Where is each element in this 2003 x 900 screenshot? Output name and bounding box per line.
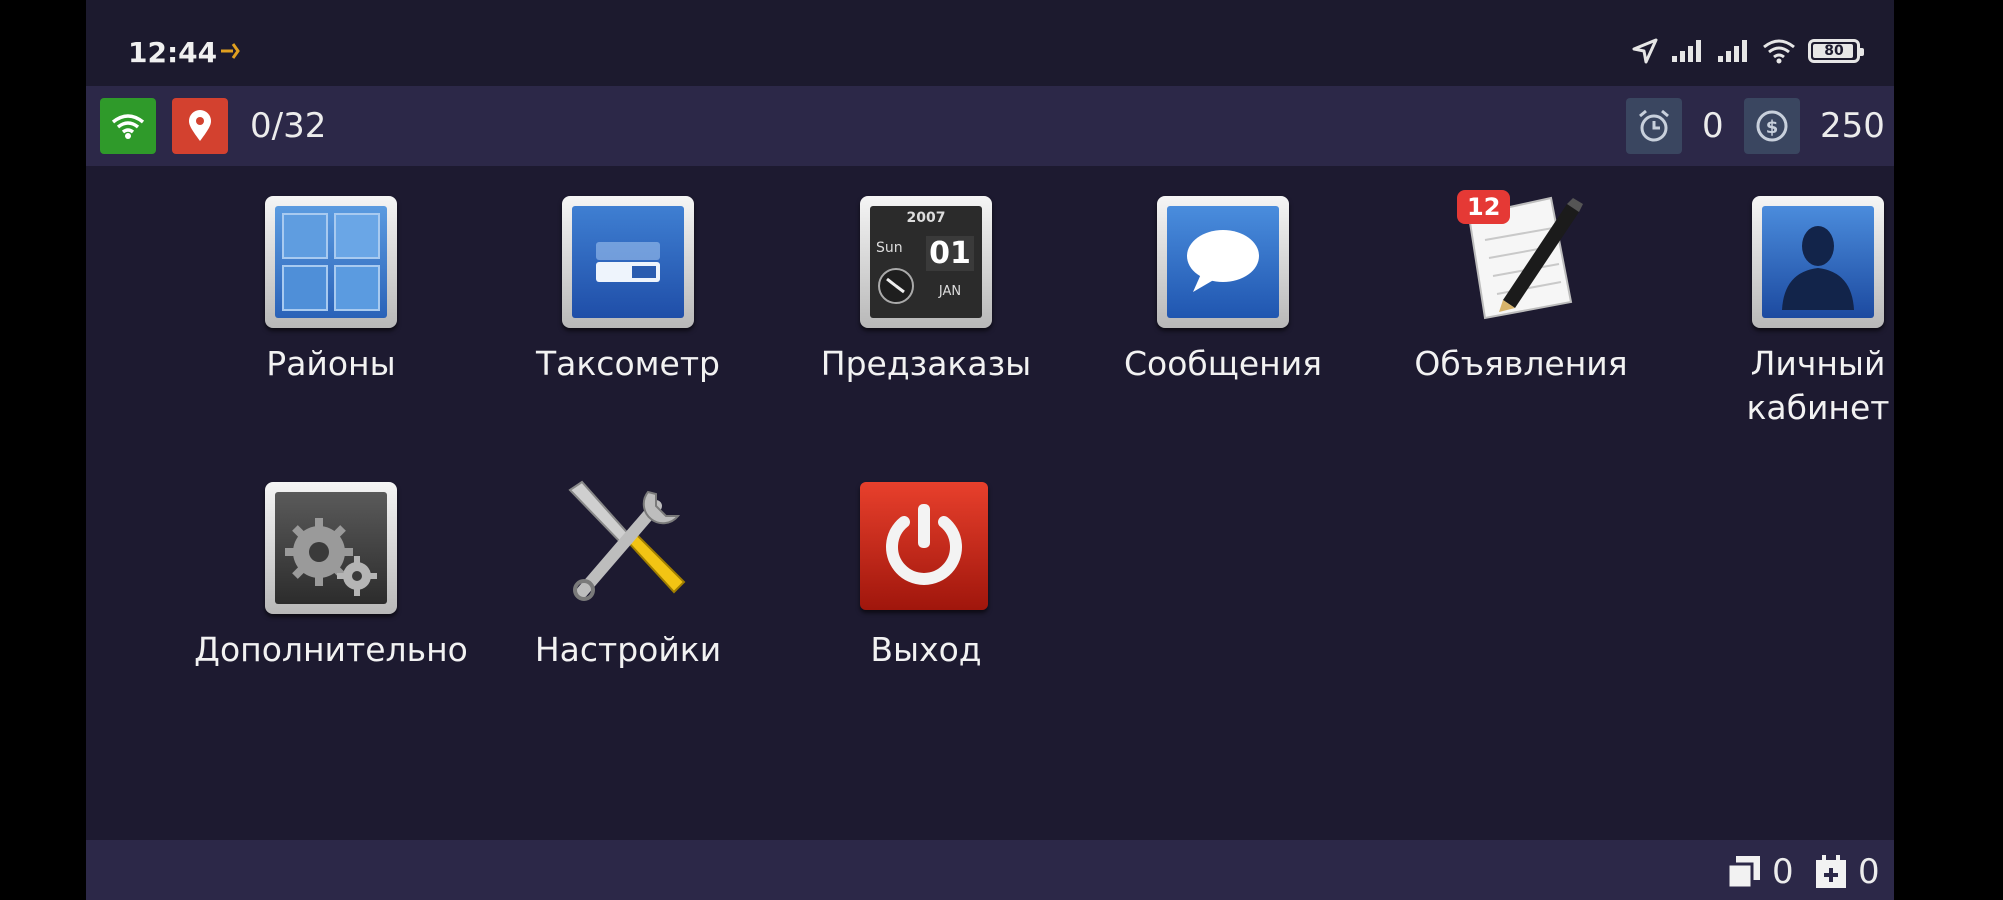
- wifi-icon: [1763, 39, 1795, 64]
- status-time: 12:44: [128, 36, 218, 69]
- calendar-day: 01: [926, 236, 974, 271]
- gears-icon: [265, 482, 397, 614]
- user-silhouette-icon: [1752, 196, 1884, 328]
- calendar-month: JAN: [938, 284, 962, 299]
- bottom-bar: 0 0: [86, 840, 1894, 900]
- dollar-coin-icon: $: [1756, 110, 1788, 142]
- announcements-badge: 12: [1457, 190, 1511, 224]
- clock-icon: [878, 268, 914, 304]
- menu-tile-label: Районы: [266, 344, 396, 383]
- menu-tile-label: Выход: [870, 630, 982, 669]
- menu-tile-taximeter[interactable]: Таксометр: [488, 196, 768, 386]
- menu-tile-additional[interactable]: Дополнительно: [191, 482, 471, 672]
- menu-tile-announcements[interactable]: 12 Объявления: [1381, 190, 1661, 386]
- status-icons: 80: [1632, 38, 1864, 64]
- menu-tile-label: Таксометр: [535, 344, 720, 383]
- copies-icon: [1726, 856, 1760, 890]
- status-bar: 12:44 80: [86, 0, 1894, 86]
- menu-tile-districts[interactable]: Районы: [191, 196, 471, 386]
- orders-counter: 0/32: [250, 106, 327, 146]
- calendar-count: 0: [1858, 852, 1880, 892]
- wrench-screwdriver-icon: [562, 480, 694, 614]
- battery-icon: 80: [1808, 39, 1864, 63]
- menu-tile-label: Личный кабинет: [1678, 342, 1894, 430]
- location-pin-icon: [189, 110, 211, 141]
- calendar-year: 2007: [906, 210, 946, 226]
- menu-tile-preorders[interactable]: 2007 Sun 01 JAN Предзаказы: [786, 196, 1066, 386]
- menu-tile-account[interactable]: Личный кабинет: [1678, 196, 1894, 430]
- signal-icon: [1718, 40, 1747, 62]
- app-screen: 12:44 80 0/32 0 $ 250 Районы Таксометр 2…: [86, 0, 1894, 900]
- alarm-clock-icon: [1639, 109, 1669, 142]
- calendar-clock-icon: 2007 Sun 01 JAN: [860, 196, 992, 328]
- copies-counter[interactable]: 0: [1726, 852, 1794, 892]
- menu-tile-label: Предзаказы: [820, 344, 1032, 383]
- menu-tile-label-line1: Личный: [1750, 344, 1886, 383]
- battery-level: 80: [1824, 43, 1844, 59]
- menu-tile-label-line2: кабинет: [1746, 388, 1890, 427]
- menu-tile-label: Настройки: [534, 630, 722, 669]
- notepad-pencil-icon: 12: [1455, 190, 1587, 328]
- wifi-status-button[interactable]: [100, 98, 156, 154]
- balance-button[interactable]: $: [1744, 98, 1800, 154]
- svg-text:$: $: [1766, 117, 1779, 138]
- speech-bubble-icon: [1157, 196, 1289, 328]
- menu-tile-exit[interactable]: Выход: [786, 482, 1066, 672]
- location-status-button[interactable]: [172, 98, 228, 154]
- districts-grid-icon: [265, 196, 397, 328]
- signal-icon: [1672, 40, 1701, 62]
- calendar-counter[interactable]: 0: [1814, 852, 1880, 892]
- app-header: 0/32 0 $ 250: [86, 86, 1894, 166]
- menu-tile-label: Объявления: [1414, 344, 1628, 383]
- balance-amount: 250: [1820, 106, 1885, 146]
- menu-tile-label: Сообщения: [1123, 344, 1323, 383]
- alarm-count: 0: [1702, 106, 1724, 146]
- alarm-button[interactable]: [1626, 98, 1682, 154]
- navigation-arrow-icon: [218, 40, 244, 66]
- calendar-weekday: Sun: [876, 240, 903, 256]
- location-arrow-icon: [1632, 38, 1658, 64]
- menu-tile-settings[interactable]: Настройки: [488, 480, 768, 672]
- menu-tile-messages[interactable]: Сообщения: [1083, 196, 1363, 386]
- calendar-add-icon: [1816, 855, 1846, 888]
- wifi-icon: [111, 114, 145, 139]
- copies-count: 0: [1772, 852, 1794, 892]
- power-icon: [860, 482, 992, 614]
- taximeter-icon: [562, 196, 694, 328]
- menu-tile-label: Дополнительно: [194, 630, 468, 669]
